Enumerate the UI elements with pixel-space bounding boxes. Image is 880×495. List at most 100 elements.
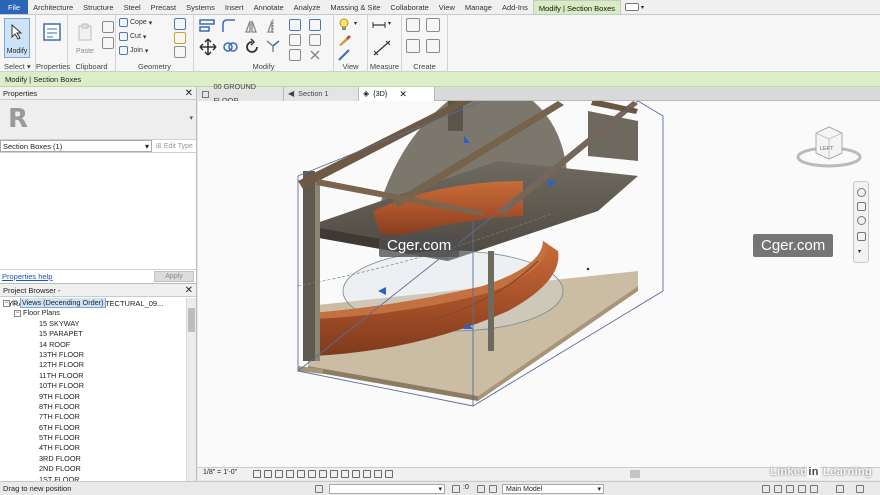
- paste-button[interactable]: Paste: [72, 18, 98, 58]
- crop-view-icon[interactable]: [308, 470, 316, 478]
- constraints-icon[interactable]: [385, 470, 393, 478]
- unpin-icon[interactable]: [309, 34, 321, 46]
- visual-style-icon[interactable]: [264, 470, 272, 478]
- tree-item[interactable]: 14 ROOF: [0, 340, 186, 350]
- create-assembly-icon[interactable]: [406, 18, 420, 32]
- cut-button[interactable]: Cut ▾: [119, 32, 146, 41]
- instance-filter-select[interactable]: Section Boxes (1): [0, 140, 152, 152]
- detail-level-icon[interactable]: [253, 470, 261, 478]
- copy-icon[interactable]: [102, 21, 114, 33]
- tree-item[interactable]: 13TH FLOOR: [0, 350, 186, 360]
- create-group-icon[interactable]: [406, 39, 420, 53]
- analysis-icon[interactable]: [363, 470, 371, 478]
- viewcube[interactable]: LEFT: [796, 123, 862, 171]
- align-icon[interactable]: [199, 18, 215, 34]
- crop-region-icon[interactable]: [319, 470, 327, 478]
- properties-help-link[interactable]: Properties help: [2, 272, 52, 281]
- sun-path-icon[interactable]: [275, 470, 283, 478]
- orbit-icon[interactable]: [857, 232, 866, 241]
- exclude-options-icon[interactable]: [489, 485, 497, 493]
- temp-hide-icon[interactable]: [341, 470, 349, 478]
- ribbon-tab[interactable]: Collaborate: [385, 0, 433, 14]
- tree-item[interactable]: 10TH FLOOR: [0, 381, 186, 391]
- measure-icon[interactable]: [372, 18, 386, 32]
- scale-icon[interactable]: [289, 49, 301, 61]
- underlay-icon[interactable]: [774, 485, 782, 493]
- faces-icon[interactable]: [798, 485, 806, 493]
- tab-section-1[interactable]: ◀ Section 1: [284, 87, 359, 101]
- trim-icon[interactable]: [265, 38, 281, 54]
- collapse-icon[interactable]: −: [14, 309, 21, 317]
- ribbon-tab[interactable]: Annotate: [249, 0, 289, 14]
- tree-item[interactable]: 6TH FLOOR: [0, 423, 186, 433]
- edit-type-button[interactable]: ⊞ Edit Type: [152, 140, 193, 152]
- measure-dropdown-icon[interactable]: ▾: [388, 20, 391, 27]
- chevron-down-icon[interactable]: ▾: [189, 114, 193, 122]
- move-icon[interactable]: [199, 38, 217, 56]
- rotate-icon[interactable]: [243, 38, 261, 56]
- links-icon[interactable]: [762, 485, 770, 493]
- wall-joins-icon[interactable]: [174, 18, 186, 30]
- close-icon[interactable]: ✕: [185, 284, 193, 297]
- mirror-draw-icon[interactable]: [265, 18, 281, 34]
- design-options-icon[interactable]: [477, 485, 485, 493]
- dimension-icon[interactable]: [372, 39, 392, 57]
- tree-item[interactable]: 5TH FLOOR: [0, 433, 186, 443]
- ribbon-tab[interactable]: Massing & Site: [325, 0, 385, 14]
- chevron-down-icon[interactable]: ▾: [641, 4, 644, 11]
- render-icon[interactable]: [297, 470, 305, 478]
- tab-ground-floor[interactable]: 00 GROUND FLOOR: [198, 82, 284, 105]
- browser-scrollbar[interactable]: [186, 298, 196, 482]
- join-button[interactable]: Join ▾: [119, 46, 148, 55]
- split-face-icon[interactable]: [174, 46, 186, 58]
- model-3d-view[interactable]: [198, 101, 880, 467]
- tree-item[interactable]: 8TH FLOOR: [0, 402, 186, 412]
- view-dropdown-icon[interactable]: ▾: [354, 20, 357, 27]
- tree-root[interactable]: − ⊡ Views (Decending Order): [0, 298, 186, 308]
- array-icon[interactable]: [289, 34, 301, 46]
- ribbon-tab[interactable]: View: [434, 0, 460, 14]
- ribbon-tab[interactable]: Add-Ins: [497, 0, 533, 14]
- tree-item[interactable]: 9TH FLOOR: [0, 392, 186, 402]
- ribbon-tab[interactable]: Structure: [78, 0, 118, 14]
- ribbon-toggle-icon[interactable]: [625, 3, 639, 11]
- select-dropdown[interactable]: Select ▾: [0, 62, 35, 71]
- cut-clip-icon[interactable]: [102, 37, 114, 49]
- tree-item[interactable]: 2ND FLOOR: [0, 464, 186, 474]
- apply-button[interactable]: Apply: [154, 271, 194, 282]
- mirror-axis-icon[interactable]: [243, 18, 259, 34]
- offset-icon[interactable]: [221, 18, 237, 34]
- pin-icon[interactable]: [309, 19, 321, 31]
- drawing-canvas[interactable]: Cger.com Cger.com LEFT: [198, 101, 880, 467]
- model-select[interactable]: Main Model: [502, 484, 604, 494]
- tree-item[interactable]: 15 PARAPET: [0, 329, 186, 339]
- shadows-icon[interactable]: [286, 470, 294, 478]
- pinned-icon[interactable]: [786, 485, 794, 493]
- view-scale[interactable]: 1/8" = 1'-0": [203, 469, 237, 476]
- paint-icon[interactable]: [174, 32, 186, 44]
- background-processes-icon[interactable]: [836, 485, 844, 493]
- ribbon-tab[interactable]: Architecture: [28, 0, 78, 14]
- ribbon-display-toggle[interactable]: ▾: [621, 0, 644, 14]
- copy-element-icon[interactable]: [221, 38, 239, 56]
- horizontal-scroll-thumb[interactable]: [630, 470, 640, 478]
- chevron-down-icon[interactable]: ▾: [858, 248, 861, 255]
- ribbon-tab[interactable]: Precast: [146, 0, 181, 14]
- cope-button[interactable]: Cope ▾: [119, 18, 152, 27]
- editable-icon[interactable]: [452, 485, 460, 493]
- workset-select[interactable]: [329, 484, 445, 494]
- tree-item[interactable]: 12TH FLOOR: [0, 360, 186, 370]
- tree-item[interactable]: 3RD FLOOR: [0, 454, 186, 464]
- tree-item[interactable]: 7TH FLOOR: [0, 412, 186, 422]
- tree-group[interactable]: − Floor Plans: [0, 308, 186, 318]
- tree-item[interactable]: 11TH FLOOR: [0, 371, 186, 381]
- lightbulb-icon[interactable]: [338, 18, 350, 32]
- reveal-hidden-icon[interactable]: [352, 470, 360, 478]
- close-icon[interactable]: ✕: [399, 87, 407, 101]
- override-graphics-icon[interactable]: [338, 34, 352, 46]
- filter-icon[interactable]: [856, 485, 864, 493]
- collapse-icon[interactable]: −: [3, 299, 10, 307]
- drag-icon[interactable]: [810, 485, 818, 493]
- zoom-icon[interactable]: [857, 202, 866, 211]
- close-icon[interactable]: ✕: [185, 87, 193, 100]
